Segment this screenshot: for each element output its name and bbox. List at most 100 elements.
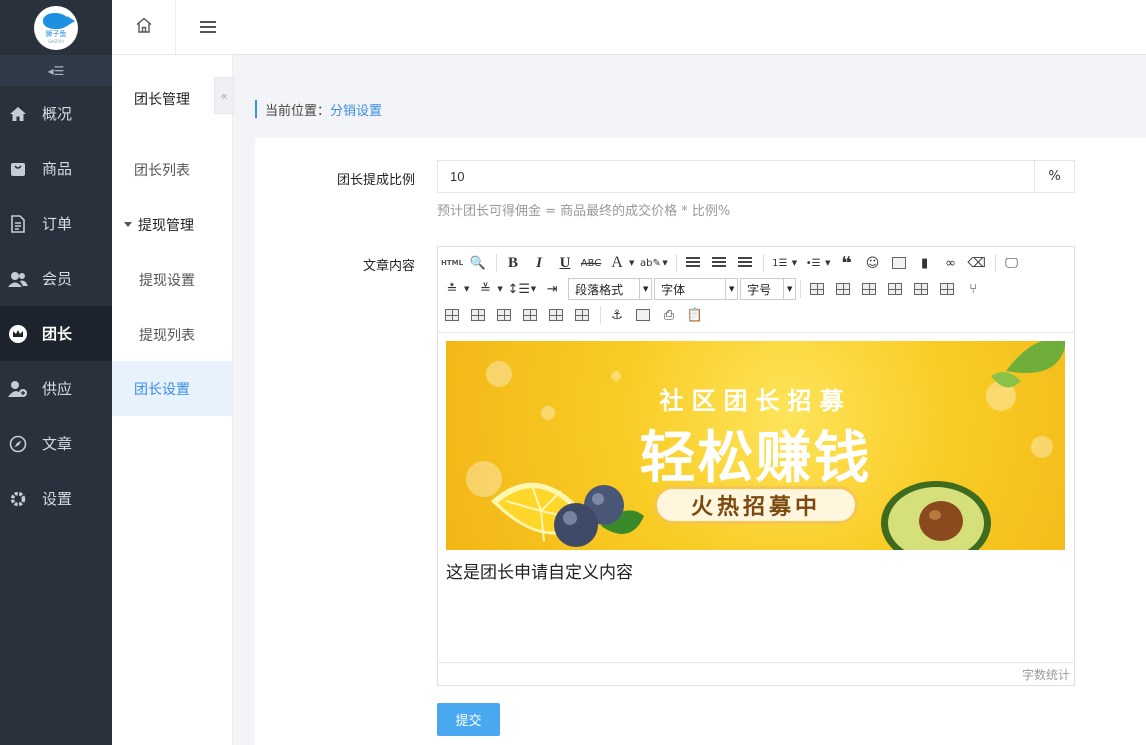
bag-icon xyxy=(8,159,28,179)
subnav-item-label: 团长设置 xyxy=(134,381,190,398)
link-icon[interactable]: ∞ xyxy=(941,253,961,273)
menu-toggle-button[interactable] xyxy=(188,0,228,54)
unordered-list-icon[interactable]: •☰ xyxy=(803,253,823,273)
subnav-group-withdraw[interactable]: 提现管理 xyxy=(112,197,232,252)
sidebar-item-label: 概况 xyxy=(42,105,73,123)
emoji-icon[interactable]: ☺ xyxy=(863,253,883,273)
row-spacing-bottom-icon[interactable]: ≚ xyxy=(475,279,495,299)
word-count[interactable]: 字数统计 xyxy=(1022,666,1070,683)
ordered-list-icon[interactable]: 1☰ xyxy=(770,253,790,273)
home-button[interactable] xyxy=(112,0,176,54)
insert-row-above-icon[interactable] xyxy=(859,279,879,299)
indent-icon[interactable]: ⇥ xyxy=(542,279,562,299)
sidebar-item-overview[interactable]: 概况 xyxy=(0,86,112,141)
underline-icon[interactable]: U xyxy=(555,253,575,273)
dropdown-arrow-icon[interactable]: ▼ xyxy=(662,259,667,267)
hamburger-icon xyxy=(200,21,216,33)
fullscreen-icon[interactable]: 🖵 xyxy=(1002,253,1022,273)
sidebar-item-leader[interactable]: 团长 xyxy=(0,306,112,361)
editor-content-area[interactable]: 社区团长招募 轻松赚钱 火热招募中 这是团长申请自定义内容 xyxy=(438,333,1074,663)
strikethrough-icon[interactable]: ABC xyxy=(581,253,602,273)
sidebar-item-orders[interactable]: 订单 xyxy=(0,196,112,251)
gear-icon xyxy=(8,489,28,509)
delete-column-icon[interactable] xyxy=(468,305,488,325)
page-break-icon[interactable] xyxy=(633,305,653,325)
content-label: 文章内容 xyxy=(362,259,415,274)
submit-button[interactable]: 提交 xyxy=(437,703,500,736)
font-color-icon[interactable]: A xyxy=(607,253,627,273)
align-center-icon[interactable] xyxy=(709,253,729,273)
logo-subtext: SHIZIYU xyxy=(47,39,65,44)
logo-area: 狮子鱼 SHIZIYU xyxy=(0,0,112,55)
align-right-icon[interactable] xyxy=(735,253,755,273)
breadcrumb-current[interactable]: 分销设置 xyxy=(330,100,382,119)
video-icon[interactable]: ▮ xyxy=(915,253,935,273)
paste-icon[interactable]: 📋 xyxy=(685,305,705,325)
delete-table-icon[interactable] xyxy=(572,305,592,325)
rate-unit: % xyxy=(1034,161,1074,192)
sidebar-item-goods[interactable]: 商品 xyxy=(0,141,112,196)
split-columns-icon[interactable] xyxy=(546,305,566,325)
delete-row-icon[interactable] xyxy=(442,305,462,325)
table-properties-icon[interactable] xyxy=(833,279,853,299)
fish-logo-icon xyxy=(43,13,75,29)
dropdown-arrow-icon[interactable]: ▼ xyxy=(629,259,634,267)
insert-table-icon[interactable] xyxy=(807,279,827,299)
line-height-icon[interactable]: ↕☰ xyxy=(508,279,531,299)
sidebar-item-articles[interactable]: 文章 xyxy=(0,416,112,471)
sidebar-item-settings[interactable]: 设置 xyxy=(0,471,112,526)
preview-icon[interactable]: 🔍 xyxy=(468,253,488,273)
insert-column-icon[interactable] xyxy=(911,279,931,299)
banner-title: 轻松赚钱 xyxy=(639,426,872,491)
insert-row-below-icon[interactable] xyxy=(885,279,905,299)
breadcrumb-marker xyxy=(255,100,257,118)
split-rows-icon[interactable] xyxy=(520,305,540,325)
sidebar-item-label: 文章 xyxy=(42,435,73,453)
dropdown-arrow-icon[interactable]: ▼ xyxy=(531,285,536,293)
toolbar-row: ≛ ▼ ≚ ▼ ↕☰ ▼ ⇥ 段落格式 ▼ 字体 ▼ 字号 ▼ ⑂ xyxy=(442,276,1070,302)
html-source-icon[interactable]: HTML xyxy=(441,253,463,273)
sidebar-item-label: 供应 xyxy=(42,380,73,398)
align-left-icon[interactable] xyxy=(683,253,703,273)
sidebar-collapse-toggle[interactable]: ◂☰ xyxy=(0,55,112,86)
subnav-item-withdraw-list[interactable]: 提现列表 xyxy=(112,307,232,362)
blockquote-icon[interactable]: ❝ xyxy=(837,253,857,274)
font-size-select[interactable]: 字号 ▼ xyxy=(740,278,797,300)
rate-input[interactable] xyxy=(438,161,1034,192)
toolbar-separator xyxy=(994,254,996,272)
app-logo[interactable]: 狮子鱼 SHIZIYU xyxy=(34,5,78,50)
dropdown-arrow-icon[interactable]: ▼ xyxy=(825,259,830,267)
banner-badge: 火热招募中 xyxy=(654,486,858,524)
dropdown-arrow-icon[interactable]: ▼ xyxy=(792,259,797,267)
dropdown-arrow-icon[interactable]: ▼ xyxy=(464,285,469,293)
merge-cells-icon[interactable]: ⑂ xyxy=(963,279,983,299)
row-spacing-top-icon[interactable]: ≛ xyxy=(442,279,462,299)
eraser-icon[interactable]: ⌫ xyxy=(967,253,987,273)
sidebar-item-members[interactable]: 会员 xyxy=(0,251,112,306)
image-icon[interactable] xyxy=(889,253,909,273)
caret-down-icon xyxy=(124,222,132,227)
subnav-item-leader-list[interactable]: 团长列表 xyxy=(112,142,232,197)
insert-column-after-icon[interactable] xyxy=(937,279,957,299)
dropdown-arrow-icon[interactable]: ▼ xyxy=(497,285,502,293)
editor-statusbar: 字数统计 xyxy=(438,662,1074,685)
print-icon[interactable]: ⎙ xyxy=(659,305,679,325)
toolbar-separator xyxy=(496,254,497,272)
italic-icon[interactable]: I xyxy=(529,253,549,273)
subnav-item-label: 提现列表 xyxy=(139,327,195,344)
split-cells-icon[interactable] xyxy=(494,305,514,325)
sidebar-item-supply[interactable]: 供应 xyxy=(0,361,112,416)
subnav-item-leader-settings[interactable]: 团长设置 xyxy=(112,361,232,416)
home-icon xyxy=(8,104,28,124)
main-content: 当前位置： 分销设置 团长提成比例 % 预计团长可得佣金 = 商品最终的成交价格… xyxy=(255,80,1146,745)
anchor-icon[interactable]: ⚓ xyxy=(607,305,627,325)
subnav-item-label: 团长列表 xyxy=(134,162,190,179)
subnav-collapse-button[interactable]: « xyxy=(214,77,234,114)
bold-icon[interactable]: B xyxy=(503,253,523,273)
highlight-icon[interactable]: ab✎ xyxy=(640,253,661,273)
font-family-select[interactable]: 字体 ▼ xyxy=(654,278,739,300)
subnav-item-withdraw-settings[interactable]: 提现设置 xyxy=(112,252,232,307)
sidebar-item-label: 会员 xyxy=(42,270,73,288)
sidebar-item-label: 订单 xyxy=(42,215,73,233)
paragraph-format-select[interactable]: 段落格式 ▼ xyxy=(568,278,653,300)
